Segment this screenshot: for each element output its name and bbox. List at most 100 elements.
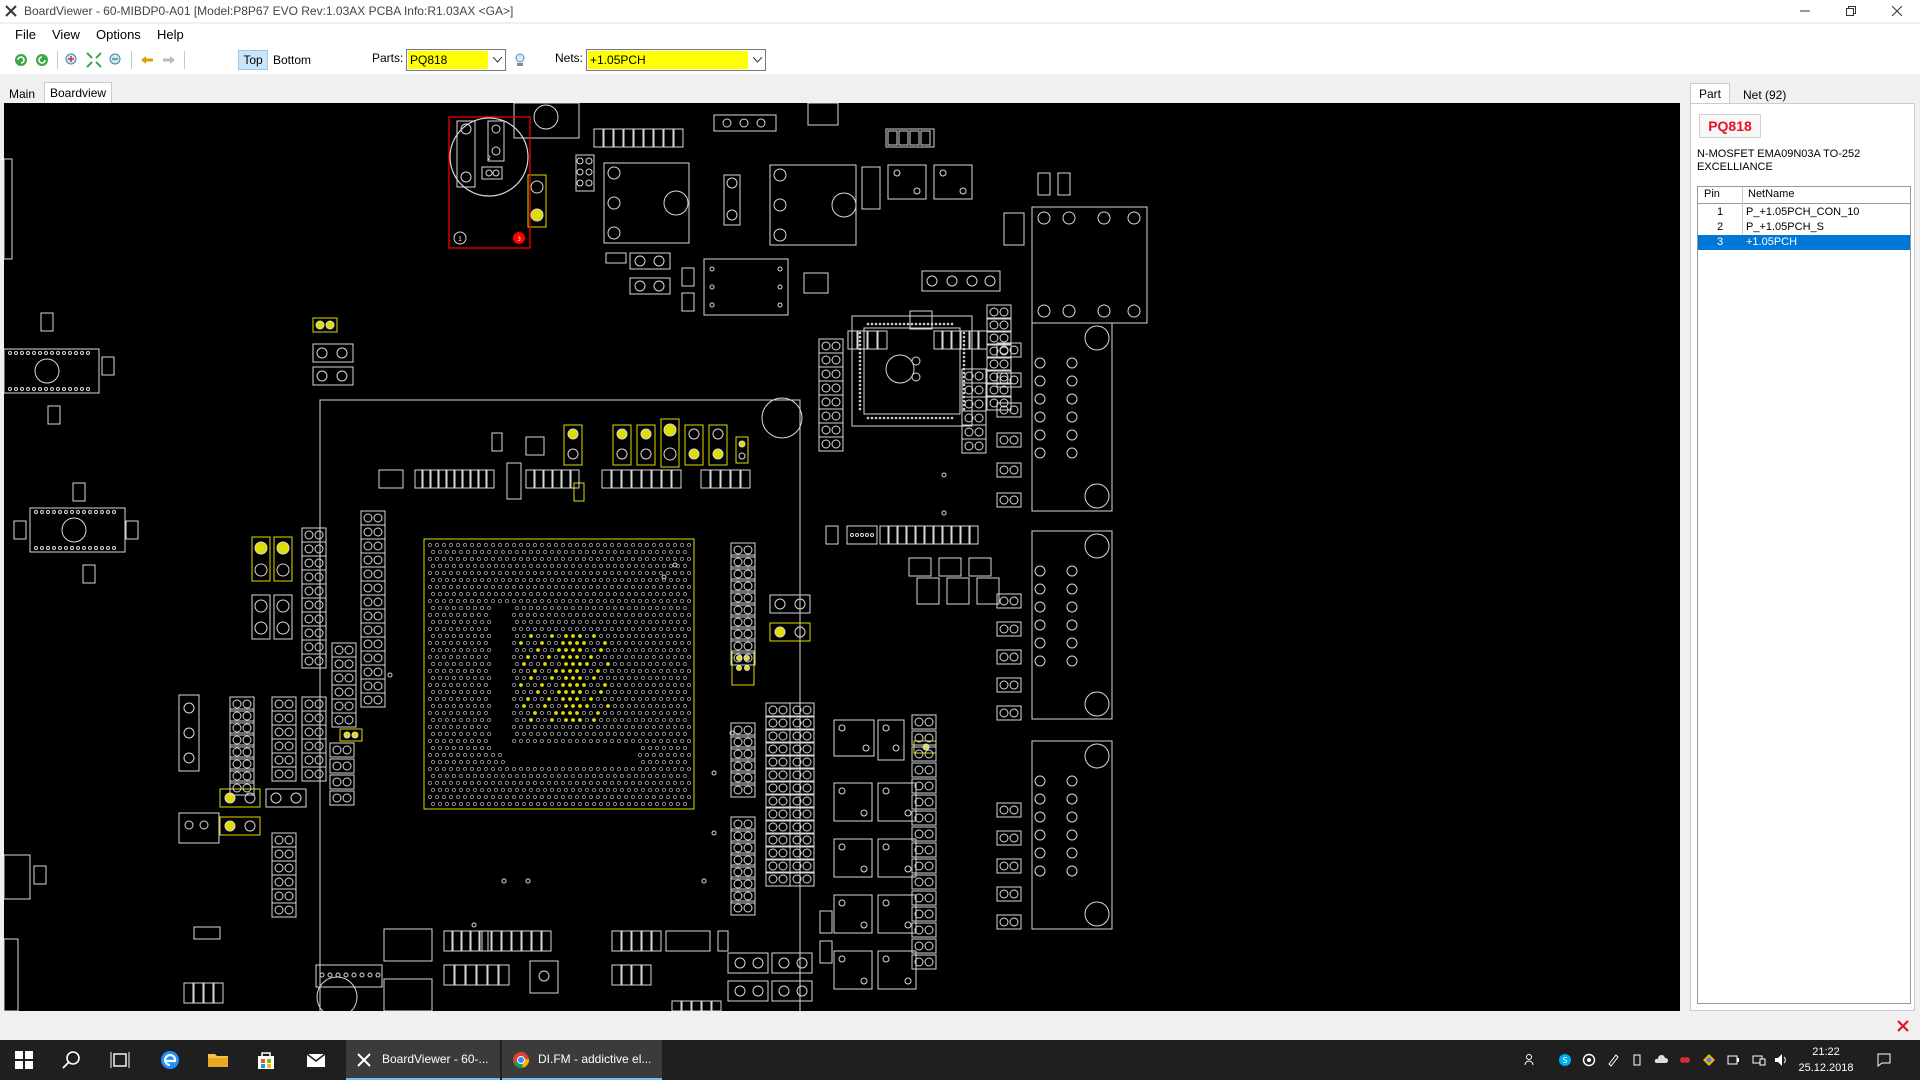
parts-combo-value[interactable]: PQ818 bbox=[408, 51, 488, 69]
back-icon[interactable] bbox=[138, 51, 156, 69]
mail-icon[interactable] bbox=[304, 1048, 328, 1072]
bga-ball bbox=[540, 683, 544, 687]
nets-combo-value[interactable]: +1.05PCH bbox=[588, 51, 748, 69]
menu-view[interactable]: View bbox=[52, 27, 80, 42]
network-icon[interactable] bbox=[1752, 1053, 1766, 1067]
component-outline bbox=[887, 130, 898, 146]
battery-icon[interactable] bbox=[1726, 1053, 1740, 1067]
close-window-button[interactable] bbox=[1874, 0, 1920, 22]
menu-bar: File View Options Help bbox=[0, 24, 1920, 46]
edge-browser-icon[interactable] bbox=[158, 1048, 182, 1072]
bga-ball bbox=[652, 585, 656, 589]
antivirus-icon[interactable] bbox=[1678, 1053, 1692, 1067]
taskbar-app-boardviewer[interactable]: BoardViewer - 60-... bbox=[346, 1040, 500, 1080]
bga-ball bbox=[529, 662, 533, 666]
top-side-button[interactable]: Top bbox=[238, 50, 268, 70]
tab-net[interactable]: Net (92) bbox=[1738, 87, 1791, 103]
selected-part-pq818[interactable]: 2 1 3 bbox=[448, 116, 531, 249]
restore-button[interactable] bbox=[1828, 0, 1874, 22]
onedrive-icon[interactable] bbox=[1654, 1053, 1668, 1067]
nets-combo[interactable]: +1.05PCH bbox=[586, 49, 766, 71]
pad bbox=[334, 687, 344, 697]
bga-ball bbox=[638, 795, 642, 799]
bga-ball bbox=[666, 599, 670, 603]
bga-ball bbox=[613, 620, 617, 624]
tab-part[interactable]: Part bbox=[1690, 83, 1731, 104]
bga-ball bbox=[673, 683, 677, 687]
search-part-icon[interactable] bbox=[511, 51, 529, 69]
pen-icon[interactable] bbox=[1606, 1053, 1620, 1067]
skype-icon[interactable]: S bbox=[1558, 1053, 1572, 1067]
pad bbox=[585, 179, 593, 187]
windows-start-icon[interactable] bbox=[12, 1048, 36, 1072]
refresh-icon[interactable] bbox=[33, 51, 51, 69]
board-drawing[interactable]: 2 1 3 bbox=[4, 103, 1680, 1011]
table-row[interactable]: 2 P_+1.05PCH_S bbox=[1698, 220, 1910, 235]
pad bbox=[284, 877, 294, 887]
zoom-out-icon[interactable] bbox=[107, 51, 125, 69]
pad bbox=[999, 333, 1009, 343]
chevron-down-icon[interactable] bbox=[749, 50, 765, 70]
bga-ball bbox=[484, 599, 488, 603]
component-outline bbox=[942, 330, 952, 350]
bottom-side-button[interactable]: Bottom bbox=[273, 50, 323, 70]
menu-options[interactable]: Options bbox=[96, 27, 141, 42]
table-row[interactable]: 1 P_+1.05PCH_CON_10 bbox=[1698, 205, 1910, 220]
boardviewer-app-icon bbox=[357, 1053, 371, 1067]
close-panel-icon[interactable] bbox=[1896, 1019, 1910, 1033]
pad bbox=[1037, 304, 1051, 318]
taskbar-app-chrome[interactable]: DI.FM - addictive el... bbox=[502, 1040, 662, 1080]
chevron-down-icon[interactable] bbox=[489, 50, 505, 70]
search-icon[interactable] bbox=[60, 1048, 84, 1072]
volume-icon[interactable] bbox=[1774, 1053, 1788, 1067]
pad bbox=[926, 416, 930, 420]
pad bbox=[774, 598, 786, 610]
colorful-tray-icon[interactable] bbox=[1702, 1053, 1716, 1067]
bga-ball bbox=[515, 564, 519, 568]
tray-app-icon[interactable] bbox=[1582, 1053, 1596, 1067]
table-row-selected[interactable]: 3 +1.05PCH bbox=[1698, 235, 1910, 250]
bga-ball bbox=[687, 739, 691, 743]
notification-icon[interactable] bbox=[1876, 1052, 1892, 1068]
bga-ball bbox=[596, 599, 600, 603]
file-explorer-icon[interactable] bbox=[206, 1048, 230, 1072]
task-view-icon[interactable] bbox=[108, 1048, 132, 1072]
people-icon[interactable] bbox=[1524, 1053, 1538, 1067]
smd-component bbox=[360, 566, 386, 582]
bga-ball bbox=[575, 599, 579, 603]
smd-component bbox=[360, 552, 386, 568]
bga-ball bbox=[673, 571, 677, 575]
pad bbox=[1084, 325, 1110, 351]
bga-ball bbox=[645, 781, 649, 785]
menu-help[interactable]: Help bbox=[157, 27, 184, 42]
bga-ball bbox=[533, 725, 537, 729]
bga-ball bbox=[613, 634, 617, 638]
board-canvas[interactable]: 2 1 3 bbox=[4, 103, 1680, 1011]
reload-icon[interactable] bbox=[12, 51, 30, 69]
zoom-in-icon[interactable] bbox=[63, 51, 81, 69]
menu-file[interactable]: File bbox=[15, 27, 36, 42]
bga-ball bbox=[550, 662, 554, 666]
bga-ball bbox=[571, 774, 575, 778]
usb-drive-icon[interactable] bbox=[1630, 1053, 1644, 1067]
column-netname[interactable]: NetName bbox=[1748, 188, 1794, 200]
pad bbox=[254, 621, 268, 635]
bga-ball bbox=[540, 557, 544, 561]
bga-ball bbox=[645, 669, 649, 673]
pin-table[interactable]: Pin NetName 1 P_+1.05PCH_CON_10 2 P_+1.0… bbox=[1697, 186, 1911, 1004]
bga-ball bbox=[480, 662, 484, 666]
bga-ball bbox=[543, 690, 547, 694]
pad bbox=[274, 835, 284, 845]
pad bbox=[304, 600, 314, 610]
store-icon[interactable] bbox=[254, 1048, 278, 1072]
smd-component bbox=[329, 774, 355, 790]
system-clock[interactable]: 21:22 25.12.2018 bbox=[1796, 1044, 1856, 1076]
minimize-button[interactable] bbox=[1782, 0, 1828, 22]
zoom-fit-icon[interactable] bbox=[85, 51, 103, 69]
column-pin[interactable]: Pin bbox=[1704, 188, 1720, 200]
tab-main[interactable]: Main bbox=[4, 86, 40, 102]
parts-combo[interactable]: PQ818 bbox=[406, 49, 506, 71]
tab-boardview[interactable]: Boardview bbox=[44, 82, 113, 103]
forward-icon[interactable] bbox=[160, 51, 178, 69]
pad bbox=[773, 228, 787, 242]
